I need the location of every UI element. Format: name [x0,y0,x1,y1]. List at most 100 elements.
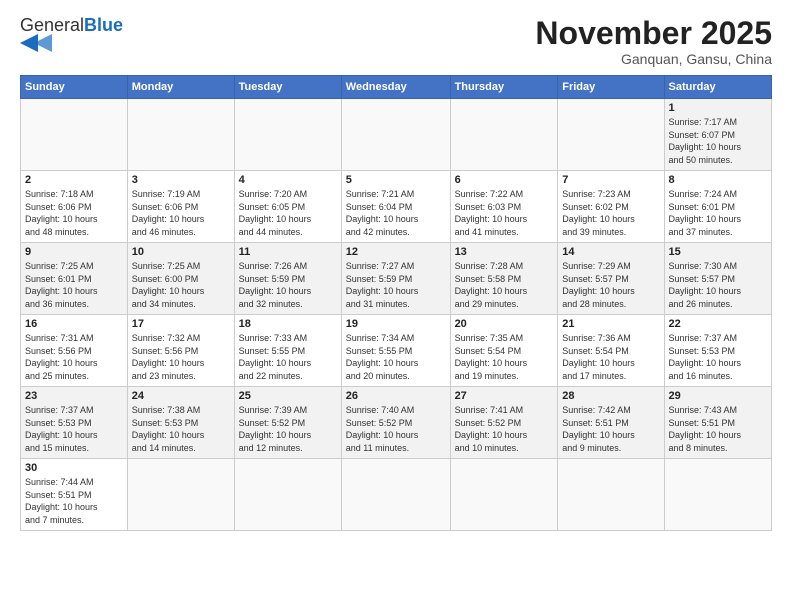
day-number: 11 [239,246,337,258]
weekday-header-saturday: Saturday [664,76,771,99]
calendar-cell: 12Sunrise: 7:27 AM Sunset: 5:59 PM Dayli… [341,243,450,315]
calendar-cell [558,99,664,171]
day-info: Sunrise: 7:37 AM Sunset: 5:53 PM Dayligh… [669,332,767,382]
calendar-week-row: 1 Sunrise: 7:17 AM Sunset: 6:07 PM Daylig… [21,99,772,171]
calendar-cell [450,99,558,171]
day-info: Sunrise: 7:31 AM Sunset: 5:56 PM Dayligh… [25,332,123,382]
logo: GeneralBlue [20,16,123,52]
calendar-week-row: 9 Sunrise: 7:25 AM Sunset: 6:01 PM Daylig… [21,243,772,315]
calendar-cell: 5 Sunrise: 7:21 AM Sunset: 6:04 PM Daylig… [341,171,450,243]
calendar-cell: 13 Sunrise: 7:28 AM Sunset: 5:58 PM Dayli… [450,243,558,315]
day-number: 27 [455,390,554,402]
month-title: November 2025 [535,16,772,51]
calendar-cell: 17 Sunrise: 7:32 AM Sunset: 5:56 PM Dayli… [127,315,234,387]
day-number: 14 [562,246,659,258]
day-info: Sunrise: 7:38 AM Sunset: 5:53 PM Dayligh… [132,404,230,454]
day-info: Sunrise: 7:28 AM Sunset: 5:58 PM Dayligh… [455,260,554,310]
calendar-cell [664,459,771,531]
calendar-cell: 16 Sunrise: 7:31 AM Sunset: 5:56 PM Dayli… [21,315,128,387]
logo-text: GeneralBlue [20,16,123,34]
day-number: 4 [239,174,337,186]
calendar-cell: 8Sunrise: 7:24 AM Sunset: 6:01 PM Daylig… [664,171,771,243]
day-number: 16 [25,318,123,330]
day-number: 24 [132,390,230,402]
calendar-cell [341,459,450,531]
calendar-cell [341,99,450,171]
day-info: Sunrise: 7:23 AM Sunset: 6:02 PM Dayligh… [562,188,659,238]
calendar-cell [21,99,128,171]
calendar-cell: 1 Sunrise: 7:17 AM Sunset: 6:07 PM Daylig… [664,99,771,171]
calendar-cell: 4 Sunrise: 7:20 AM Sunset: 6:05 PM Daylig… [234,171,341,243]
day-info: Sunrise: 7:20 AM Sunset: 6:05 PM Dayligh… [239,188,337,238]
day-number: 1 [669,102,767,114]
day-number: 2 [25,174,123,186]
day-number: 22 [669,318,767,330]
calendar-cell: 20Sunrise: 7:35 AM Sunset: 5:54 PM Dayli… [450,315,558,387]
calendar-cell [234,99,341,171]
day-number: 13 [455,246,554,258]
calendar-cell: 15Sunrise: 7:30 AM Sunset: 5:57 PM Dayli… [664,243,771,315]
day-number: 19 [346,318,446,330]
calendar-cell: 6 Sunrise: 7:22 AM Sunset: 6:03 PM Daylig… [450,171,558,243]
weekday-header-row: SundayMondayTuesdayWednesdayThursdayFrid… [21,76,772,99]
day-number: 17 [132,318,230,330]
day-number: 30 [25,462,123,474]
weekday-header-tuesday: Tuesday [234,76,341,99]
calendar-cell: 30 Sunrise: 7:44 AM Sunset: 5:51 PM Dayli… [21,459,128,531]
day-number: 12 [346,246,446,258]
calendar-cell [127,459,234,531]
day-info: Sunrise: 7:44 AM Sunset: 5:51 PM Dayligh… [25,476,123,526]
calendar-cell [127,99,234,171]
day-info: Sunrise: 7:25 AM Sunset: 6:00 PM Dayligh… [132,260,230,310]
day-number: 25 [239,390,337,402]
calendar-cell: 19 Sunrise: 7:34 AM Sunset: 5:55 PM Dayli… [341,315,450,387]
day-number: 9 [25,246,123,258]
calendar-cell: 26Sunrise: 7:40 AM Sunset: 5:52 PM Dayli… [341,387,450,459]
location-subtitle: Ganquan, Gansu, China [535,51,772,67]
calendar-week-row: 23Sunrise: 7:37 AM Sunset: 5:53 PM Dayli… [21,387,772,459]
day-number: 20 [455,318,554,330]
day-number: 15 [669,246,767,258]
calendar-cell: 21 Sunrise: 7:36 AM Sunset: 5:54 PM Dayli… [558,315,664,387]
day-info: Sunrise: 7:17 AM Sunset: 6:07 PM Dayligh… [669,116,767,166]
logo-arrow-icon [20,34,64,52]
calendar-cell: 11 Sunrise: 7:26 AM Sunset: 5:59 PM Dayli… [234,243,341,315]
calendar-cell [234,459,341,531]
day-info: Sunrise: 7:21 AM Sunset: 6:04 PM Dayligh… [346,188,446,238]
weekday-header-monday: Monday [127,76,234,99]
calendar-page: GeneralBlue November 2025 Ganquan, Gansu… [0,0,792,612]
day-info: Sunrise: 7:25 AM Sunset: 6:01 PM Dayligh… [25,260,123,310]
day-number: 6 [455,174,554,186]
calendar-table: SundayMondayTuesdayWednesdayThursdayFrid… [20,75,772,531]
day-info: Sunrise: 7:34 AM Sunset: 5:55 PM Dayligh… [346,332,446,382]
calendar-week-row: 30 Sunrise: 7:44 AM Sunset: 5:51 PM Dayli… [21,459,772,531]
day-info: Sunrise: 7:39 AM Sunset: 5:52 PM Dayligh… [239,404,337,454]
calendar-cell: 29Sunrise: 7:43 AM Sunset: 5:51 PM Dayli… [664,387,771,459]
calendar-cell: 3Sunrise: 7:19 AM Sunset: 6:06 PM Daylig… [127,171,234,243]
calendar-cell: 2Sunrise: 7:18 AM Sunset: 6:06 PM Daylig… [21,171,128,243]
day-number: 18 [239,318,337,330]
day-info: Sunrise: 7:32 AM Sunset: 5:56 PM Dayligh… [132,332,230,382]
header: GeneralBlue November 2025 Ganquan, Gansu… [20,16,772,67]
calendar-cell: 9 Sunrise: 7:25 AM Sunset: 6:01 PM Daylig… [21,243,128,315]
weekday-header-wednesday: Wednesday [341,76,450,99]
weekday-header-sunday: Sunday [21,76,128,99]
calendar-cell [558,459,664,531]
day-number: 5 [346,174,446,186]
day-number: 7 [562,174,659,186]
calendar-cell: 25 Sunrise: 7:39 AM Sunset: 5:52 PM Dayli… [234,387,341,459]
day-number: 21 [562,318,659,330]
calendar-cell: 27Sunrise: 7:41 AM Sunset: 5:52 PM Dayli… [450,387,558,459]
day-info: Sunrise: 7:24 AM Sunset: 6:01 PM Dayligh… [669,188,767,238]
day-info: Sunrise: 7:42 AM Sunset: 5:51 PM Dayligh… [562,404,659,454]
day-info: Sunrise: 7:36 AM Sunset: 5:54 PM Dayligh… [562,332,659,382]
day-info: Sunrise: 7:29 AM Sunset: 5:57 PM Dayligh… [562,260,659,310]
day-info: Sunrise: 7:33 AM Sunset: 5:55 PM Dayligh… [239,332,337,382]
calendar-cell: 24 Sunrise: 7:38 AM Sunset: 5:53 PM Dayli… [127,387,234,459]
calendar-week-row: 2Sunrise: 7:18 AM Sunset: 6:06 PM Daylig… [21,171,772,243]
calendar-cell: 18 Sunrise: 7:33 AM Sunset: 5:55 PM Dayli… [234,315,341,387]
day-info: Sunrise: 7:26 AM Sunset: 5:59 PM Dayligh… [239,260,337,310]
day-info: Sunrise: 7:43 AM Sunset: 5:51 PM Dayligh… [669,404,767,454]
day-info: Sunrise: 7:22 AM Sunset: 6:03 PM Dayligh… [455,188,554,238]
weekday-header-friday: Friday [558,76,664,99]
